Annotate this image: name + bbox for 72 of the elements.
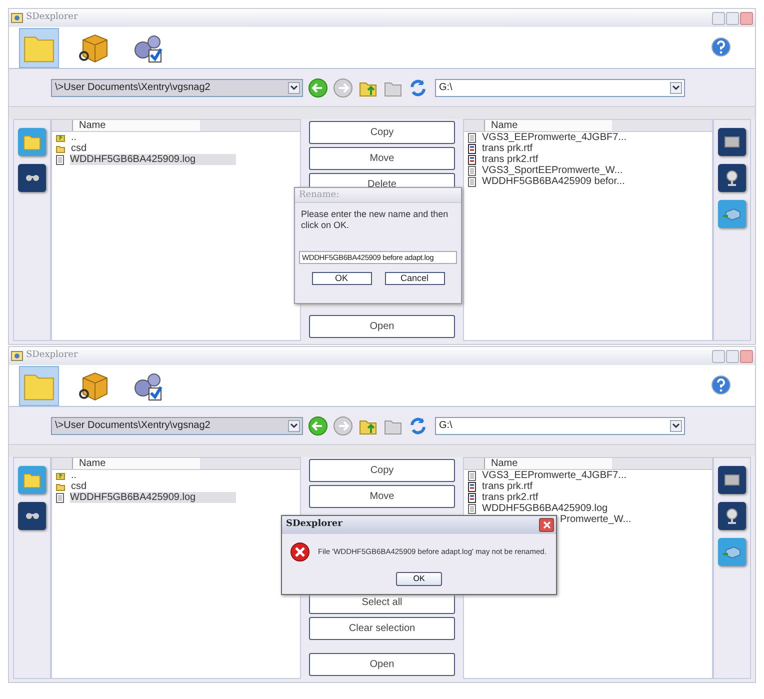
- refresh-icon: [408, 416, 428, 436]
- file-name[interactable]: VGS3_SportEEPromwerte_W...: [482, 165, 627, 176]
- folder-icon: [56, 482, 65, 491]
- action-button[interactable]: Clear selection: [309, 617, 455, 640]
- binoculars-icon: [26, 513, 38, 519]
- dialog-button[interactable]: Cancel: [384, 272, 444, 284]
- file-name[interactable]: WDDHF5GB6BA425909.log: [482, 503, 612, 514]
- path-dropdown[interactable]: \>User Documents\Xentry\vgsnag2: [51, 416, 303, 434]
- dialog-title: Rename:: [295, 188, 461, 203]
- file-name[interactable]: WDDHF5GB6BA425909.log: [70, 492, 236, 503]
- dialog-button[interactable]: OK: [396, 572, 442, 586]
- close-button[interactable]: [539, 518, 554, 532]
- document-icon: [56, 492, 64, 502]
- path-dropdown[interactable]: \>User Documents\Xentry\vgsnag2: [51, 78, 303, 96]
- window-title: SDexplorer: [26, 11, 78, 24]
- column-header[interactable]: Name: [484, 458, 612, 469]
- refresh-icon: [408, 78, 428, 98]
- close-button[interactable]: [740, 350, 753, 362]
- forward-icon: [333, 78, 353, 98]
- drive-dropdown[interactable]: G:\: [435, 78, 685, 96]
- action-button[interactable]: Open: [309, 653, 455, 676]
- column-header[interactable]: Name: [484, 120, 612, 131]
- back-icon: [308, 78, 328, 98]
- sidebar-button[interactable]: [718, 466, 746, 494]
- column-header[interactable]: Name: [72, 458, 200, 469]
- sidebar-button[interactable]: [718, 128, 746, 156]
- action-button[interactable]: Open: [309, 315, 455, 338]
- sidebar-button[interactable]: [18, 502, 46, 530]
- back-icon: [308, 416, 328, 436]
- minimize-button[interactable]: [712, 12, 725, 24]
- file-name[interactable]: ..: [71, 470, 81, 481]
- sidebar-button[interactable]: [718, 502, 746, 530]
- column-header[interactable]: Name: [72, 120, 200, 131]
- binoculars-icon: [26, 175, 38, 181]
- file-name[interactable]: trans prk2.rtf: [482, 154, 542, 165]
- sidebar-button[interactable]: [718, 164, 746, 192]
- help-icon: [711, 375, 731, 396]
- file-name[interactable]: WDDHF5GB6BA425909.log: [70, 154, 236, 165]
- file-name[interactable]: csd: [71, 143, 91, 154]
- file-name[interactable]: Promwerte_W...: [560, 514, 636, 525]
- action-button[interactable]: Copy: [309, 459, 455, 482]
- dialog-button[interactable]: OK: [312, 272, 372, 284]
- drive-dropdown[interactable]: G:\: [435, 416, 685, 434]
- file-name[interactable]: VGS3_EEPromwerte_4JGBF7...: [482, 132, 631, 143]
- file-name[interactable]: trans prk.rtf: [482, 143, 537, 154]
- forward-icon: [333, 416, 353, 436]
- file-name[interactable]: trans prk.rtf: [482, 481, 537, 492]
- file-name[interactable]: WDDHF5GB6BA425909 befor...: [482, 176, 629, 187]
- folder-icon: [56, 144, 65, 153]
- help-icon: [711, 37, 731, 58]
- file-name[interactable]: csd: [71, 481, 91, 492]
- maximize-button[interactable]: [726, 12, 739, 24]
- sidebar-button[interactable]: [18, 164, 46, 192]
- file-name[interactable]: trans prk2.rtf: [482, 492, 542, 503]
- app-icon: [11, 351, 23, 361]
- file-name[interactable]: VGS3_EEPromwerte_4JGBF7...: [482, 470, 631, 481]
- error-icon: [290, 542, 310, 562]
- dialog-message: Please enter the new name and then click on OK.: [300, 208, 450, 231]
- file-name[interactable]: ..: [71, 132, 81, 143]
- action-button[interactable]: Move: [309, 147, 455, 170]
- action-button[interactable]: Move: [309, 485, 455, 508]
- maximize-button[interactable]: [726, 350, 739, 362]
- document-icon: [56, 154, 64, 164]
- minimize-button[interactable]: [712, 350, 725, 362]
- parent-folder-icon: [56, 133, 65, 142]
- app-icon: [11, 13, 23, 23]
- dialog-title: SDexplorer: [286, 518, 342, 531]
- action-button[interactable]: Copy: [309, 121, 455, 144]
- close-icon: [542, 520, 550, 528]
- window-title: SDexplorer: [26, 349, 78, 362]
- close-button[interactable]: [740, 12, 753, 24]
- parent-folder-icon: [56, 471, 65, 480]
